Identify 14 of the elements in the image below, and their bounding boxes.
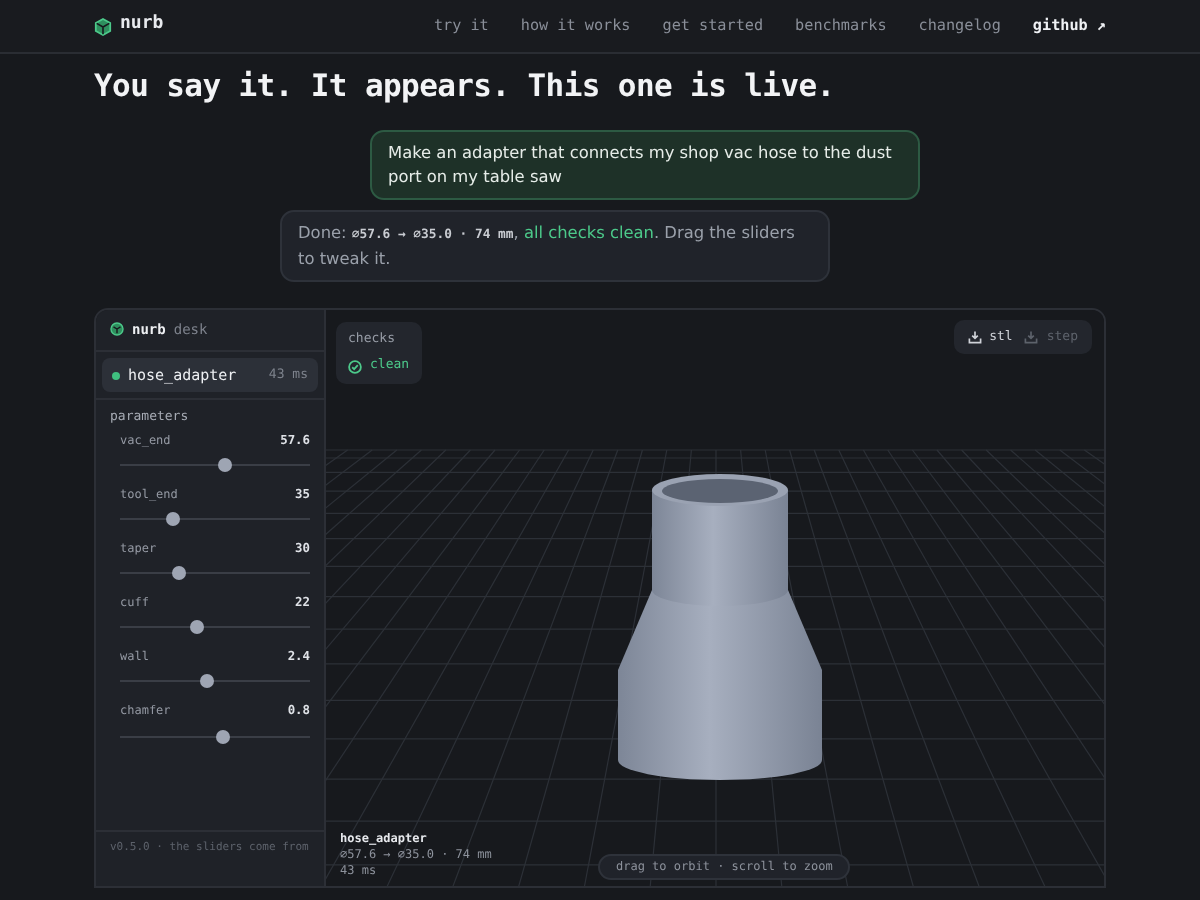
slider-thumb[interactable] — [215, 729, 230, 743]
slider-thumb[interactable] — [189, 620, 203, 635]
logo-icon — [94, 17, 112, 35]
download-icon — [1024, 330, 1039, 344]
brand-name[interactable]: nurb — [120, 12, 164, 40]
slider-thumb[interactable] — [200, 674, 215, 689]
slider-thumb[interactable] — [217, 458, 232, 473]
adapter-model-drawing[interactable] — [618, 473, 822, 780]
user-message: Make an adapter that connects my shop vac hose to the dust port on my table saw — [370, 129, 920, 200]
slider-thumb[interactable] — [171, 566, 186, 581]
logo-icon — [110, 322, 124, 337]
slider-thumb[interactable] — [166, 512, 181, 527]
download-icon — [967, 330, 982, 344]
headline: You say it. It appears. This one is live. — [94, 68, 837, 106]
